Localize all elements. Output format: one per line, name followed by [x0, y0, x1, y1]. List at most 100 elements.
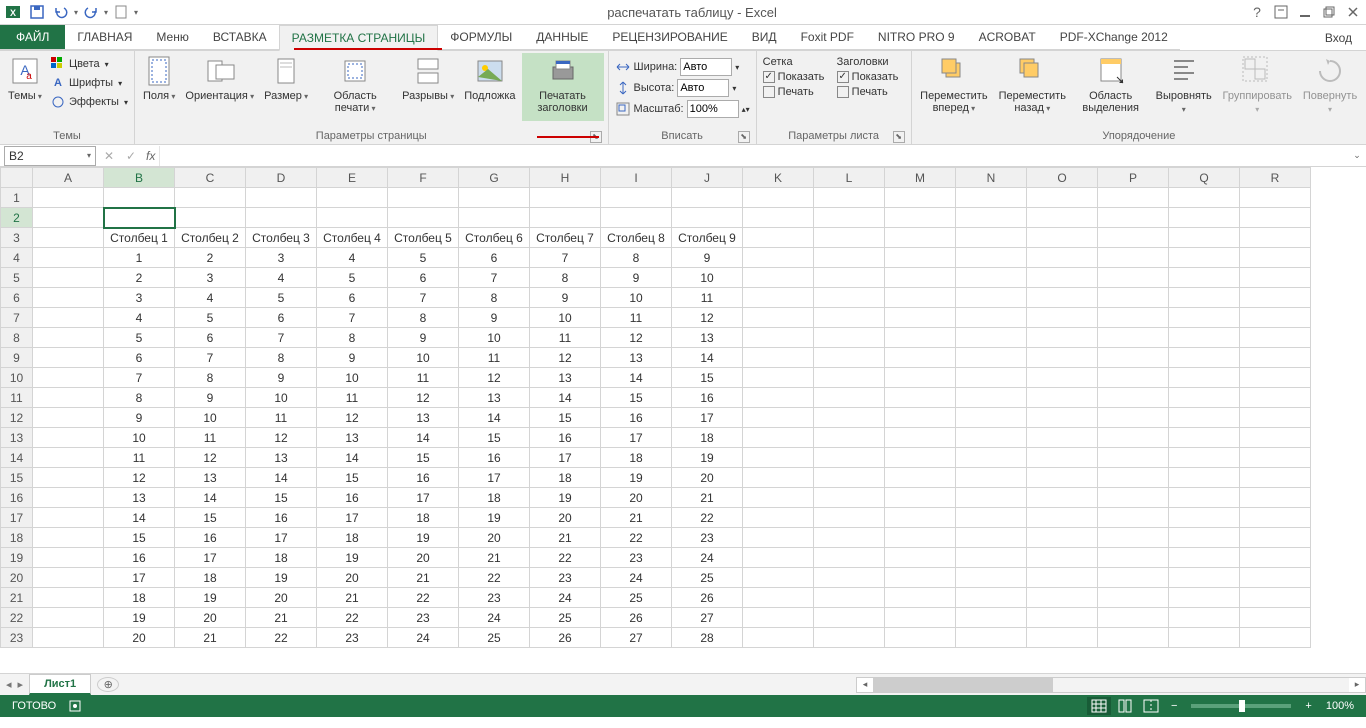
cell[interactable]: 15 [672, 368, 743, 388]
col-header-F[interactable]: F [388, 168, 459, 188]
cell[interactable] [956, 628, 1027, 648]
cell[interactable]: 17 [459, 468, 530, 488]
cell[interactable] [743, 588, 814, 608]
col-header-N[interactable]: N [956, 168, 1027, 188]
cell[interactable]: Столбец 2 [175, 228, 246, 248]
cell[interactable] [885, 208, 956, 228]
cell[interactable] [1240, 608, 1311, 628]
cell[interactable] [1098, 628, 1169, 648]
zoom-level[interactable]: 100% [1320, 700, 1360, 712]
cell[interactable] [1240, 588, 1311, 608]
cell[interactable] [885, 428, 956, 448]
margins-button[interactable]: Поля [139, 53, 179, 121]
print-titles-button[interactable]: Печатать заголовки [522, 53, 604, 121]
hscroll-track[interactable] [873, 678, 1349, 692]
cell[interactable] [743, 488, 814, 508]
cell[interactable] [33, 308, 104, 328]
effects-button[interactable]: Эффекты▾ [48, 93, 130, 111]
cell[interactable] [885, 188, 956, 208]
cell[interactable]: 23 [459, 588, 530, 608]
cell[interactable] [1169, 268, 1240, 288]
cell[interactable] [1098, 228, 1169, 248]
cell[interactable] [33, 508, 104, 528]
cell[interactable] [459, 208, 530, 228]
cell[interactable]: 15 [530, 408, 601, 428]
rotate-button[interactable]: Повернуть [1298, 53, 1362, 121]
cell[interactable]: 8 [530, 268, 601, 288]
cell[interactable]: 8 [388, 308, 459, 328]
col-header-I[interactable]: I [601, 168, 672, 188]
cell[interactable] [885, 368, 956, 388]
cell[interactable]: 24 [459, 608, 530, 628]
cell[interactable] [1240, 348, 1311, 368]
cell[interactable]: 22 [459, 568, 530, 588]
row-header-9[interactable]: 9 [1, 348, 33, 368]
cell[interactable] [33, 548, 104, 568]
cell[interactable]: 26 [530, 628, 601, 648]
cell[interactable] [104, 188, 175, 208]
cell[interactable]: 9 [104, 408, 175, 428]
expand-formula-bar-icon[interactable]: ⌄ [1348, 150, 1366, 161]
cell[interactable] [1169, 368, 1240, 388]
row-header-2[interactable]: 2 [1, 208, 33, 228]
cell[interactable] [743, 288, 814, 308]
cell[interactable]: 12 [246, 428, 317, 448]
row-header-1[interactable]: 1 [1, 188, 33, 208]
cell[interactable] [1098, 288, 1169, 308]
cell[interactable] [1169, 308, 1240, 328]
cell[interactable] [814, 628, 885, 648]
cell[interactable] [1098, 568, 1169, 588]
height-input[interactable] [677, 79, 729, 97]
cell[interactable]: 15 [459, 428, 530, 448]
cell[interactable]: Столбец 1 [104, 228, 175, 248]
col-header-H[interactable]: H [530, 168, 601, 188]
cell[interactable] [1027, 328, 1098, 348]
cell[interactable] [1027, 468, 1098, 488]
cell[interactable] [1027, 428, 1098, 448]
cell[interactable]: 9 [530, 288, 601, 308]
send-backward-button[interactable]: Переместить назад [994, 53, 1070, 121]
cell[interactable] [33, 388, 104, 408]
cell[interactable] [743, 468, 814, 488]
cell[interactable]: 10 [246, 388, 317, 408]
cell[interactable] [1169, 508, 1240, 528]
cell[interactable] [814, 228, 885, 248]
cell[interactable]: 19 [459, 508, 530, 528]
tab-главная[interactable]: ГЛАВНАЯ [65, 25, 144, 50]
cell[interactable]: Столбец 3 [246, 228, 317, 248]
cell[interactable] [1027, 268, 1098, 288]
cell[interactable]: 23 [317, 628, 388, 648]
col-header-B[interactable]: B [104, 168, 175, 188]
cell[interactable] [1027, 528, 1098, 548]
cell[interactable] [1098, 488, 1169, 508]
cell[interactable]: 26 [672, 588, 743, 608]
cell[interactable] [1240, 208, 1311, 228]
cell[interactable] [956, 588, 1027, 608]
hscroll-right-icon[interactable]: ▸ [1349, 679, 1365, 690]
cell[interactable] [956, 428, 1027, 448]
gridlines-print-check[interactable]: Печать [761, 85, 833, 99]
cell[interactable] [1027, 208, 1098, 228]
cell[interactable] [814, 348, 885, 368]
cell[interactable] [1169, 328, 1240, 348]
cell[interactable]: 19 [601, 468, 672, 488]
cell[interactable]: 18 [459, 488, 530, 508]
cell[interactable] [1169, 428, 1240, 448]
cell[interactable]: 10 [317, 368, 388, 388]
cell[interactable] [1027, 348, 1098, 368]
cell[interactable]: 8 [459, 288, 530, 308]
cell[interactable]: 4 [104, 308, 175, 328]
cell[interactable]: 11 [601, 308, 672, 328]
cell[interactable]: 10 [601, 288, 672, 308]
cell[interactable]: 12 [317, 408, 388, 428]
row-header-11[interactable]: 11 [1, 388, 33, 408]
cell[interactable] [33, 628, 104, 648]
cell[interactable]: Столбец 6 [459, 228, 530, 248]
tab-foxit-pdf[interactable]: Foxit PDF [789, 25, 866, 50]
cell[interactable] [246, 188, 317, 208]
cell[interactable]: 11 [388, 368, 459, 388]
cell[interactable]: 9 [388, 328, 459, 348]
cell[interactable] [885, 508, 956, 528]
cell[interactable] [956, 488, 1027, 508]
cell[interactable] [885, 348, 956, 368]
